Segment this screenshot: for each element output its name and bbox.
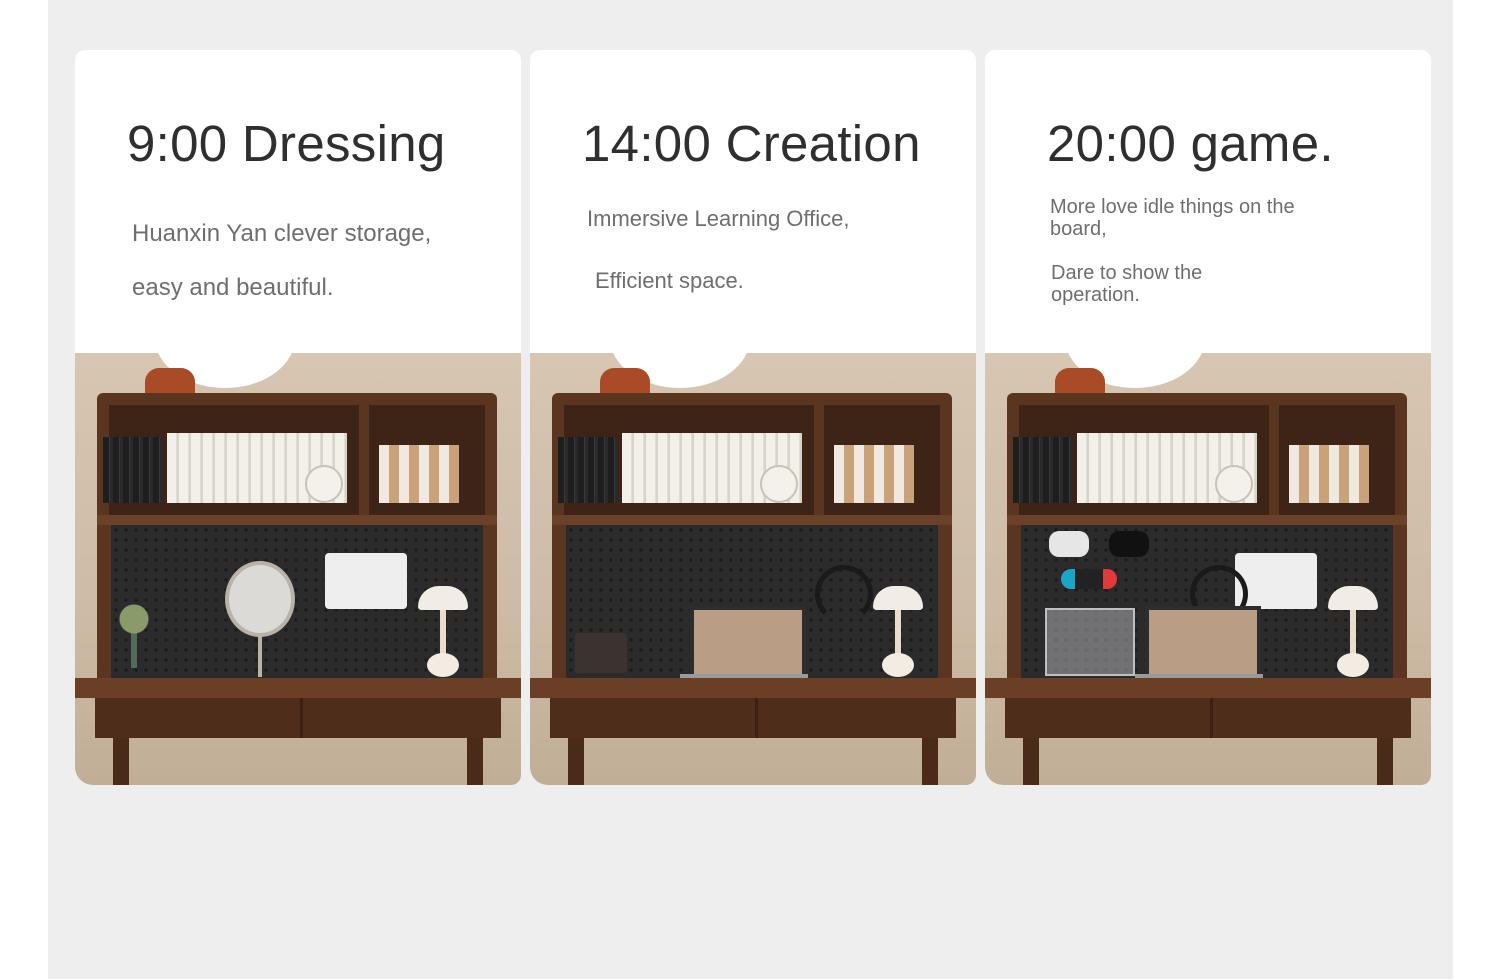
vase xyxy=(1055,368,1105,396)
books-dark xyxy=(1013,437,1073,503)
desk-top xyxy=(75,678,521,698)
alarm-clock xyxy=(1215,465,1253,503)
scene-card-game: 20:00 game. More love idle things on the… xyxy=(985,50,1431,785)
card-description: Huanxin Yan clever storage, easy and bea… xyxy=(132,220,432,301)
game-controller-black xyxy=(1109,531,1149,557)
desk-top xyxy=(530,678,976,698)
card-description-paragraph-2: Dare to show the operation. xyxy=(1051,262,1203,306)
desk-top xyxy=(985,678,1431,698)
desk-photo-dressing xyxy=(75,353,521,785)
alarm-clock xyxy=(305,465,343,503)
headphones xyxy=(815,565,873,623)
desk-photo-game xyxy=(985,353,1431,785)
scene-card-dressing: 9:00 Dressing Huanxin Yan clever storage… xyxy=(75,50,521,785)
bookshelf-desk-hutch xyxy=(97,393,497,695)
books-dark xyxy=(558,437,618,503)
game-controller-switch xyxy=(1061,569,1117,589)
tablet-holder xyxy=(325,553,407,609)
alarm-clock xyxy=(760,465,798,503)
tablet-holder xyxy=(1235,553,1317,609)
books-right xyxy=(834,445,914,503)
desk-drawers xyxy=(1005,698,1411,738)
figure-display-case xyxy=(1045,608,1135,676)
books-right xyxy=(1289,445,1369,503)
desk-drawers xyxy=(95,698,501,738)
laptop xyxy=(690,606,806,682)
books-right xyxy=(379,445,459,503)
card-description-line-1: Immersive Learning Office, xyxy=(587,206,850,231)
makeup-mirror xyxy=(225,561,295,637)
card-description-paragraph-1: More love idle things on the board, xyxy=(1050,196,1295,240)
speaker xyxy=(575,633,627,673)
flower-vase xyxy=(115,598,153,668)
vase xyxy=(145,368,195,396)
card-title: 9:00 Dressing xyxy=(127,115,446,172)
desk-drawers xyxy=(550,698,956,738)
scene-card-creation: 14:00 Creation Immersive Learning Office… xyxy=(530,50,976,785)
vase xyxy=(600,368,650,396)
laptop xyxy=(1145,606,1261,682)
card-description-line-2: Efficient space. xyxy=(595,268,744,293)
card-title: 20:00 game. xyxy=(1047,115,1334,172)
books-dark xyxy=(103,437,163,503)
game-controller-white xyxy=(1049,531,1089,557)
desk-photo-creation xyxy=(530,353,976,785)
card-title: 14:00 Creation xyxy=(582,115,921,172)
